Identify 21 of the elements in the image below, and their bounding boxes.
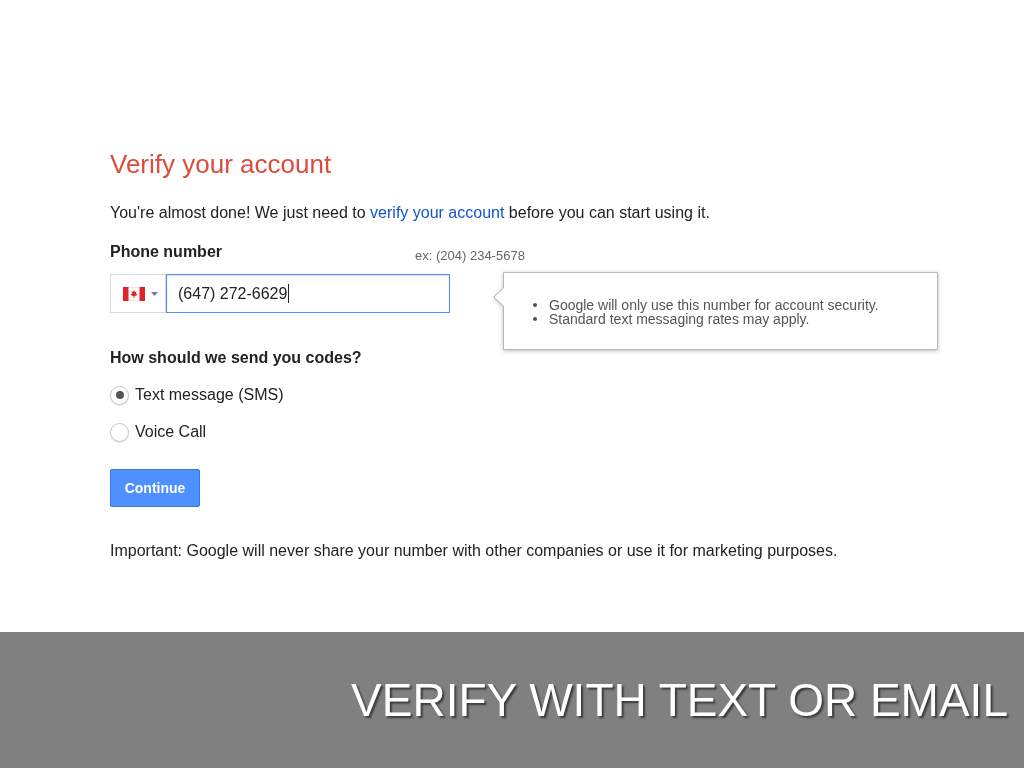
bullet-icon — [533, 303, 537, 307]
example-hint: ex: (204) 234-5678 — [415, 248, 525, 264]
question-label: How should we send you codes? — [110, 348, 362, 368]
radio-button[interactable] — [110, 422, 129, 442]
tooltip-text: Standard text messaging rates may apply. — [549, 312, 810, 326]
phone-number-field[interactable]: (647) 272-6629 — [166, 274, 450, 313]
tooltip-text: Google will only use this number for account security. — [549, 298, 879, 312]
slide-caption: VERIFY WITH TEXT OR EMAIL — [351, 673, 1008, 727]
option-label: Text message (SMS) — [135, 385, 284, 405]
verify-account-link[interactable]: verify your account — [370, 204, 505, 221]
field-label: Phone number — [110, 242, 222, 262]
flag-icon — [123, 286, 145, 301]
country-selector[interactable] — [110, 274, 166, 313]
option-label: Voice Call — [135, 422, 207, 442]
page-title: Verify your account — [110, 148, 332, 180]
bullet-icon — [533, 317, 537, 321]
caret-icon — [151, 291, 158, 296]
intro-text: You're almost done! We just need to verify your account before you can start using it. — [110, 203, 710, 223]
text-cursor — [288, 284, 290, 303]
notice-text: Important: Google will never share your number with other companies or use it for marketing purposes. — [110, 541, 838, 561]
radio-button[interactable] — [110, 385, 129, 405]
